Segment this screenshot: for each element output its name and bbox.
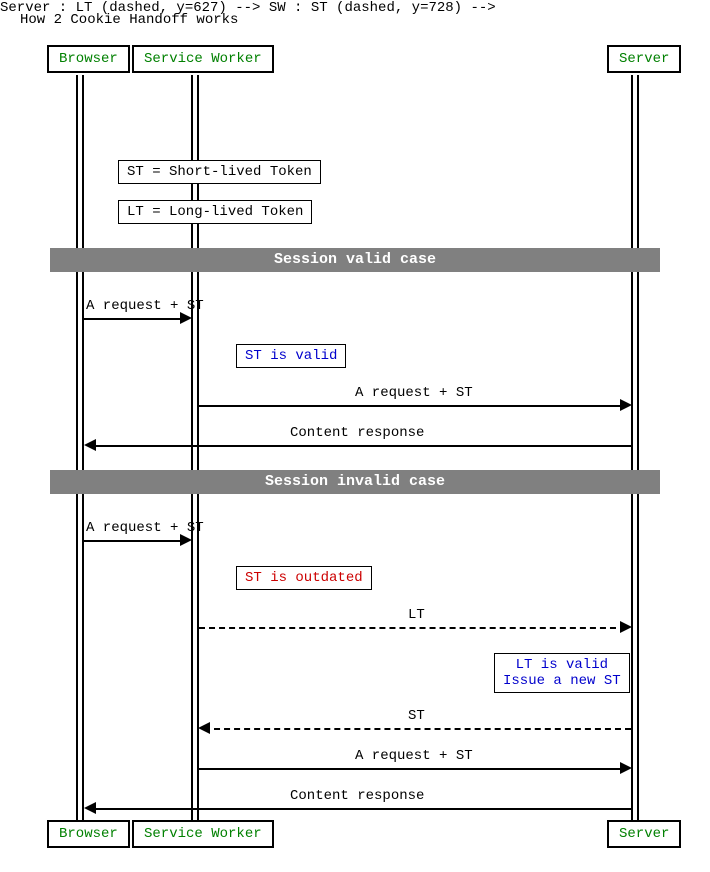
- msg-line-3: [90, 445, 631, 447]
- note-st-outdated: ST is outdated: [236, 566, 372, 590]
- msg-label-st: ST: [408, 708, 425, 724]
- participant-browser-bottom: Browser: [47, 820, 130, 848]
- msg-line-5: [199, 627, 626, 629]
- arrow-7: [620, 762, 632, 774]
- msg-line-4: [84, 540, 186, 542]
- arrow-6: [198, 722, 210, 734]
- participant-service-worker-bottom: Service Worker: [132, 820, 274, 848]
- sequence-diagram: How 2 Cookie Handoff works Browser Servi…: [0, 0, 710, 872]
- participant-browser-top: Browser: [47, 45, 130, 73]
- divider-session-valid: Session valid case: [50, 248, 660, 272]
- arrow-8: [84, 802, 96, 814]
- note-lt-def: LT = Long-lived Token: [118, 200, 312, 224]
- arrow-2: [620, 399, 632, 411]
- note-lt-valid-line1: LT is valid: [516, 657, 608, 673]
- msg-label-content-1: Content response: [290, 425, 424, 441]
- msg-line-1: [84, 318, 186, 320]
- note-st-valid: ST is valid: [236, 344, 346, 368]
- lifeline-server: [631, 75, 639, 820]
- participant-server-top: Server: [607, 45, 681, 73]
- msg-line-6: [204, 728, 631, 730]
- divider-session-invalid: Session invalid case: [50, 470, 660, 494]
- msg-label-lt: LT: [408, 607, 425, 623]
- arrow-1: [180, 312, 192, 324]
- arrow-3: [84, 439, 96, 451]
- msg-label-req-st-4: A request + ST: [355, 748, 473, 764]
- lifeline-service-worker: [191, 75, 199, 820]
- note-lt-valid-line2: Issue a new ST: [503, 673, 621, 689]
- note-st-def: ST = Short-lived Token: [118, 160, 321, 184]
- diagram-title: How 2 Cookie Handoff works: [20, 12, 238, 28]
- note-lt-valid: LT is valid Issue a new ST: [494, 653, 630, 693]
- msg-line-2: [199, 405, 626, 407]
- lifeline-browser: [76, 75, 84, 820]
- msg-line-7: [199, 768, 626, 770]
- arrow-5: [620, 621, 632, 633]
- msg-label-req-st-2: A request + ST: [355, 385, 473, 401]
- participant-service-worker-top: Service Worker: [132, 45, 274, 73]
- msg-label-content-2: Content response: [290, 788, 424, 804]
- arrow-4: [180, 534, 192, 546]
- participant-server-bottom: Server: [607, 820, 681, 848]
- msg-line-8: [90, 808, 631, 810]
